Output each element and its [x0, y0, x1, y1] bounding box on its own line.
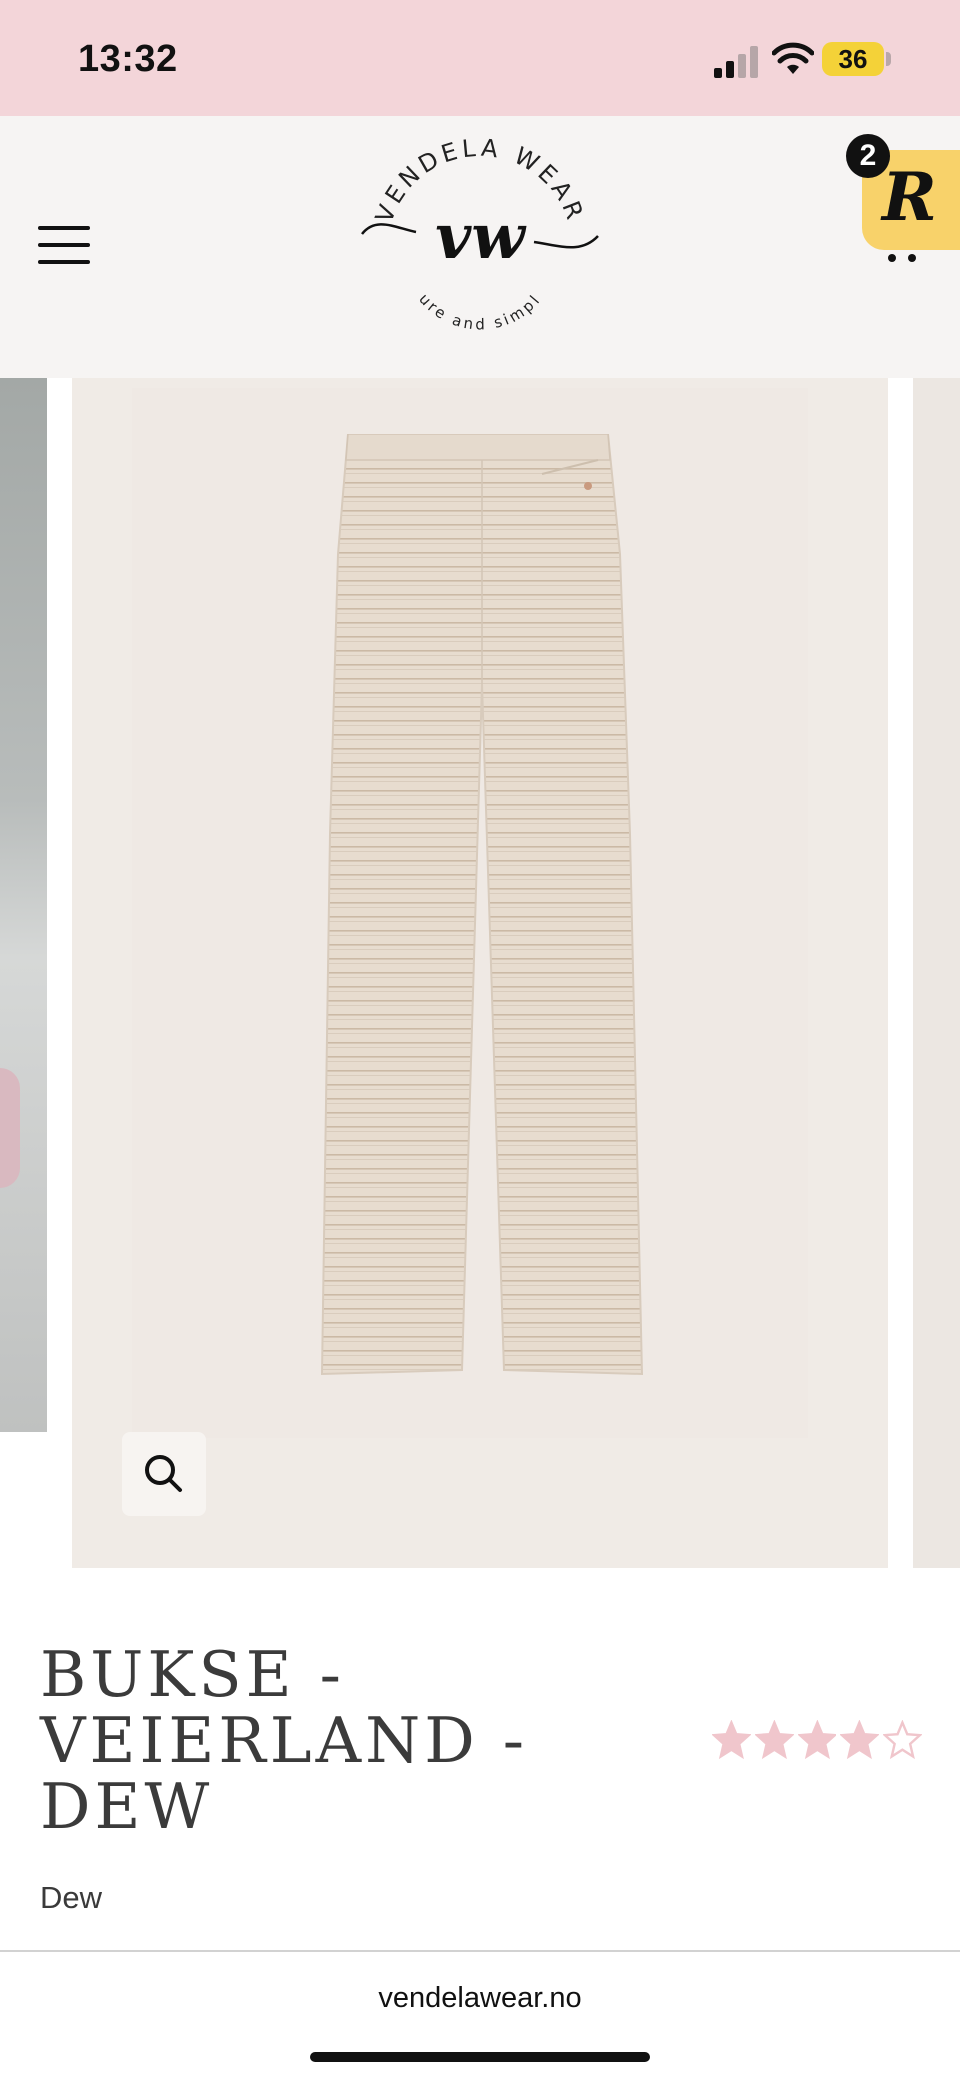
status-bar: 13:32 36 [0, 0, 960, 116]
rewards-count-badge: 2 [846, 134, 890, 178]
product-variant: Dew [40, 1880, 103, 1915]
hamburger-menu-icon[interactable] [38, 226, 90, 264]
next-slide-image[interactable] [913, 378, 960, 1568]
star-filled-icon[interactable] [754, 1720, 794, 1760]
rewards-letter: R [882, 158, 937, 236]
star-filled-icon[interactable] [840, 1720, 880, 1760]
main-product-image[interactable] [72, 378, 888, 1568]
product-image-gallery[interactable] [0, 378, 960, 1568]
product-title: BUKSE - VEIERLAND - DEW [40, 1638, 529, 1843]
brand-logo[interactable]: VENDELA WEAR vw pure and simple [356, 136, 604, 358]
previous-slide-image[interactable] [0, 378, 47, 1432]
wifi-icon [772, 42, 814, 74]
rating-stars[interactable] [712, 1720, 922, 1760]
status-time: 13:32 [78, 38, 178, 80]
star-filled-icon[interactable] [712, 1720, 751, 1760]
battery-tip [886, 52, 891, 66]
site-header: VENDELA WEAR vw pure and simple R 2 [0, 116, 960, 378]
address-bar-url[interactable]: vendelawear.no [0, 1982, 960, 2015]
cellular-signal-icon [714, 46, 758, 78]
star-empty-icon[interactable] [883, 1720, 922, 1760]
brand-mark-text: vw [435, 200, 527, 273]
battery-indicator: 36 [822, 42, 884, 76]
search-icon [145, 1455, 182, 1492]
product-photo-pants [320, 434, 644, 1376]
star-filled-icon[interactable] [797, 1720, 837, 1760]
browser-bottom-bar: vendelawear.no [0, 1950, 960, 2080]
home-indicator[interactable] [310, 2052, 650, 2062]
zoom-button[interactable] [122, 1432, 206, 1516]
